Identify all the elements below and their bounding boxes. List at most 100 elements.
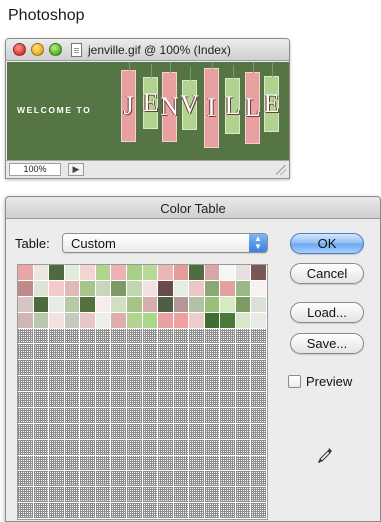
color-swatch[interactable] bbox=[204, 312, 221, 329]
color-swatch[interactable] bbox=[189, 265, 205, 281]
color-swatch[interactable] bbox=[126, 280, 143, 297]
color-swatch[interactable] bbox=[18, 296, 34, 313]
color-swatch[interactable] bbox=[251, 265, 267, 281]
color-swatch[interactable] bbox=[49, 265, 65, 281]
empty-swatch bbox=[158, 487, 174, 504]
preview-checkbox[interactable] bbox=[288, 374, 301, 388]
color-swatch[interactable] bbox=[111, 296, 127, 313]
color-swatch[interactable] bbox=[173, 312, 190, 329]
document-titlebar[interactable]: jenville.gif @ 100% (Index) bbox=[6, 39, 289, 61]
color-swatch[interactable] bbox=[173, 280, 190, 297]
empty-swatch bbox=[18, 376, 34, 392]
empty-swatch bbox=[95, 392, 112, 408]
color-swatch[interactable] bbox=[235, 296, 252, 313]
empty-swatch bbox=[126, 471, 143, 488]
color-swatch[interactable] bbox=[95, 296, 112, 313]
color-swatch[interactable] bbox=[95, 280, 112, 297]
empty-swatch bbox=[173, 455, 190, 472]
color-swatch[interactable] bbox=[80, 265, 96, 281]
color-swatch[interactable] bbox=[251, 280, 267, 297]
color-swatch[interactable] bbox=[18, 280, 34, 297]
table-select[interactable]: Custom ▲ ▼ bbox=[62, 233, 268, 253]
color-swatch[interactable] bbox=[189, 296, 205, 313]
color-swatch[interactable] bbox=[111, 265, 127, 281]
empty-swatch bbox=[173, 423, 190, 440]
color-swatch[interactable] bbox=[220, 280, 236, 297]
color-swatch[interactable] bbox=[142, 312, 159, 329]
dialog-titlebar[interactable]: Color Table bbox=[6, 197, 380, 219]
color-swatch[interactable] bbox=[251, 312, 267, 329]
document-proxy-icon[interactable] bbox=[71, 43, 82, 57]
empty-swatch bbox=[204, 503, 221, 519]
color-swatch[interactable] bbox=[95, 265, 112, 281]
empty-swatch bbox=[251, 407, 267, 424]
ok-button[interactable]: OK bbox=[290, 233, 364, 254]
empty-swatch bbox=[49, 392, 65, 408]
color-swatch[interactable] bbox=[204, 280, 221, 297]
color-swatch[interactable] bbox=[220, 296, 236, 313]
color-swatch[interactable] bbox=[111, 312, 127, 329]
color-swatch[interactable] bbox=[204, 265, 221, 281]
color-swatch[interactable] bbox=[251, 296, 267, 313]
color-swatch[interactable] bbox=[18, 312, 34, 329]
color-swatch[interactable] bbox=[49, 312, 65, 329]
color-swatch[interactable] bbox=[220, 312, 236, 329]
color-swatch[interactable] bbox=[64, 296, 81, 313]
color-swatch[interactable] bbox=[95, 312, 112, 329]
preview-option[interactable]: Preview bbox=[288, 373, 352, 389]
color-swatch[interactable] bbox=[235, 280, 252, 297]
color-swatch[interactable] bbox=[126, 312, 143, 329]
color-swatch[interactable] bbox=[80, 280, 96, 297]
empty-swatch bbox=[126, 328, 143, 345]
cancel-button[interactable]: Cancel bbox=[290, 263, 364, 284]
empty-swatch bbox=[204, 376, 221, 392]
color-swatch[interactable] bbox=[64, 312, 81, 329]
eyedropper-icon[interactable] bbox=[317, 447, 333, 465]
color-swatch[interactable] bbox=[64, 280, 81, 297]
empty-swatch bbox=[64, 455, 81, 472]
image-canvas[interactable]: WELCOME TO JENVILLE bbox=[7, 62, 289, 160]
color-swatch[interactable] bbox=[235, 265, 252, 281]
color-swatch[interactable] bbox=[189, 280, 205, 297]
color-swatch[interactable] bbox=[158, 265, 174, 281]
color-swatch[interactable] bbox=[18, 265, 34, 281]
empty-swatch bbox=[49, 423, 65, 440]
color-swatch[interactable] bbox=[49, 280, 65, 297]
empty-swatch bbox=[111, 344, 127, 361]
color-swatch[interactable] bbox=[33, 280, 50, 297]
color-swatch[interactable] bbox=[111, 280, 127, 297]
save-button[interactable]: Save... bbox=[290, 333, 364, 354]
color-swatch[interactable] bbox=[158, 296, 174, 313]
zoom-window-button[interactable] bbox=[49, 43, 62, 56]
color-swatch[interactable] bbox=[189, 312, 205, 329]
color-swatch[interactable] bbox=[49, 296, 65, 313]
color-swatch[interactable] bbox=[33, 296, 50, 313]
load-button[interactable]: Load... bbox=[290, 302, 364, 323]
color-swatch[interactable] bbox=[173, 265, 190, 281]
empty-swatch bbox=[235, 376, 252, 392]
color-swatch[interactable] bbox=[158, 280, 174, 297]
color-swatch[interactable] bbox=[80, 296, 96, 313]
color-swatch[interactable] bbox=[33, 265, 50, 281]
resize-grip-icon[interactable] bbox=[276, 165, 286, 175]
color-swatch-grid[interactable] bbox=[17, 264, 268, 520]
close-window-button[interactable] bbox=[13, 43, 26, 56]
color-swatch[interactable] bbox=[64, 265, 81, 281]
color-swatch[interactable] bbox=[142, 296, 159, 313]
color-swatch[interactable] bbox=[80, 312, 96, 329]
empty-swatch bbox=[111, 455, 127, 472]
minimize-window-button[interactable] bbox=[31, 43, 44, 56]
color-swatch[interactable] bbox=[126, 265, 143, 281]
color-swatch[interactable] bbox=[235, 312, 252, 329]
color-swatch[interactable] bbox=[173, 296, 190, 313]
color-swatch[interactable] bbox=[126, 296, 143, 313]
color-swatch[interactable] bbox=[142, 265, 159, 281]
status-menu-icon[interactable]: ▶ bbox=[68, 163, 84, 176]
color-swatch[interactable] bbox=[220, 265, 236, 281]
zoom-level-field[interactable]: 100% bbox=[9, 163, 61, 176]
empty-swatch bbox=[80, 439, 96, 456]
color-swatch[interactable] bbox=[142, 280, 159, 297]
color-swatch[interactable] bbox=[204, 296, 221, 313]
color-swatch[interactable] bbox=[33, 312, 50, 329]
color-swatch[interactable] bbox=[158, 312, 174, 329]
